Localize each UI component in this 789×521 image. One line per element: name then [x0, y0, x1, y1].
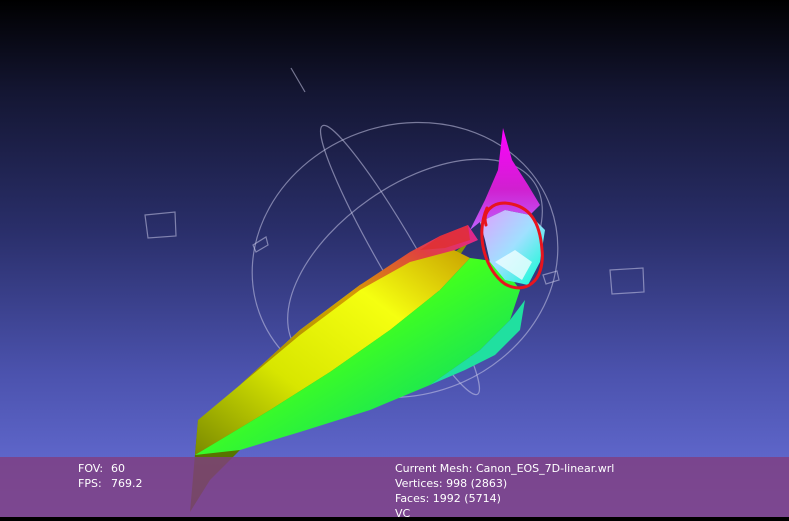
fps-value: 769.2: [111, 477, 143, 490]
fps-label: FPS:: [78, 477, 102, 490]
fps-row: FPS: 769.2: [78, 476, 143, 491]
vertices-text: Vertices: 998 (2863): [395, 477, 508, 490]
vc-text: VC: [395, 507, 411, 520]
fov-label: FOV:: [78, 462, 104, 475]
scene-canvas[interactable]: [0, 0, 789, 517]
faces-text: Faces: 1992 (5714): [395, 492, 501, 505]
mesh-info: Current Mesh: Canon_EOS_7D-linear.wrl Ve…: [395, 461, 614, 521]
fov-value: 60: [111, 462, 125, 475]
fov-row: FOV: 60: [78, 461, 143, 476]
view-info: FOV: 60 FPS: 769.2: [78, 461, 143, 491]
3d-viewport[interactable]: [0, 0, 789, 517]
mesh-surface[interactable]: [190, 128, 545, 512]
current-mesh-text: Current Mesh: Canon_EOS_7D-linear.wrl: [395, 462, 615, 475]
info-overlay: FOV: 60 FPS: 769.2 Current Mesh: Canon_EOS…: [0, 457, 789, 520]
